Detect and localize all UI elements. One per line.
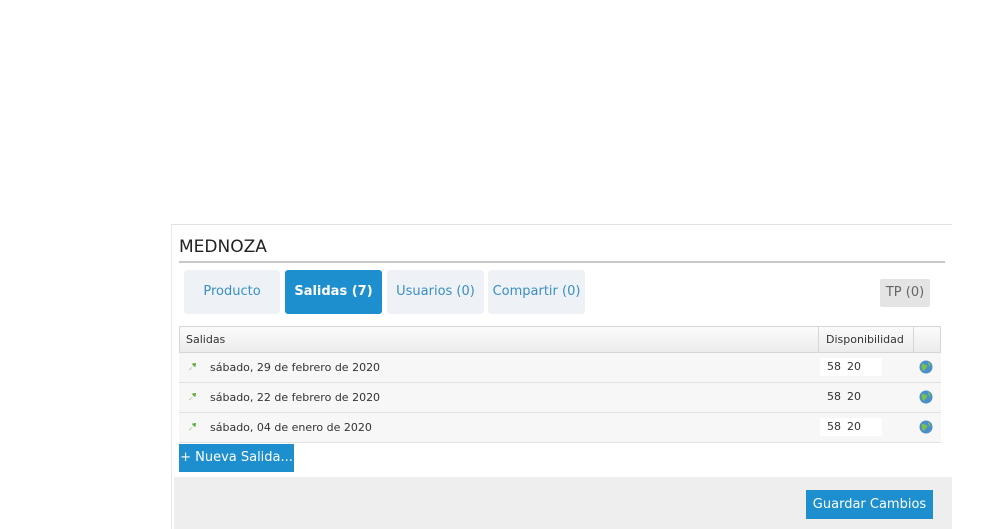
tab-compartir[interactable]: Compartir (0) xyxy=(488,270,585,314)
tab-producto[interactable]: Producto xyxy=(184,270,280,314)
table-header: Salidas Disponibilidad xyxy=(179,326,941,353)
globe-icon[interactable] xyxy=(919,390,933,404)
arrow-up-right-icon xyxy=(188,422,197,431)
globe-icon[interactable] xyxy=(919,420,933,434)
tab-usuarios[interactable]: Usuarios (0) xyxy=(387,270,484,314)
add-salida-button[interactable]: + Nueva Salida... xyxy=(179,444,294,472)
tab-salidas[interactable]: Salidas (7) xyxy=(285,270,382,314)
arrow-up-right-icon xyxy=(188,362,197,371)
tp-button[interactable]: TP (0) xyxy=(880,279,930,307)
globe-icon[interactable] xyxy=(919,360,933,374)
availability-field[interactable]: 58 20 xyxy=(820,358,882,376)
availability-total: 58 xyxy=(827,360,841,373)
availability-free: 20 xyxy=(847,420,861,433)
footer-bar: Guardar Cambios xyxy=(174,477,952,529)
salida-date[interactable]: sábado, 04 de enero de 2020 xyxy=(210,413,372,442)
availability-total: 58 xyxy=(827,390,841,403)
availability-field[interactable]: 58 20 xyxy=(820,388,882,406)
availability-free: 20 xyxy=(847,390,861,403)
save-button[interactable]: Guardar Cambios xyxy=(806,490,933,519)
column-header-salidas: Salidas xyxy=(186,333,226,346)
availability-total: 58 xyxy=(827,420,841,433)
salidas-panel: MEDNOZA Producto Salidas (7) Usuarios (0… xyxy=(171,224,952,529)
salida-date[interactable]: sábado, 22 de febrero de 2020 xyxy=(210,383,380,412)
availability-free: 20 xyxy=(847,360,861,373)
salidas-table: Salidas Disponibilidad sábado, 29 de feb… xyxy=(179,326,941,443)
table-row: sábado, 22 de febrero de 2020 58 20 xyxy=(179,383,941,413)
column-header-disponibilidad: Disponibilidad xyxy=(818,327,913,352)
page-title: MEDNOZA xyxy=(179,235,945,263)
table-row: sábado, 04 de enero de 2020 58 20 xyxy=(179,413,941,443)
availability-field[interactable]: 58 20 xyxy=(820,418,882,436)
salida-date[interactable]: sábado, 29 de febrero de 2020 xyxy=(210,353,380,382)
table-row: sábado, 29 de febrero de 2020 58 20 xyxy=(179,353,941,383)
column-header-actions xyxy=(913,327,942,352)
arrow-up-right-icon xyxy=(188,392,197,401)
